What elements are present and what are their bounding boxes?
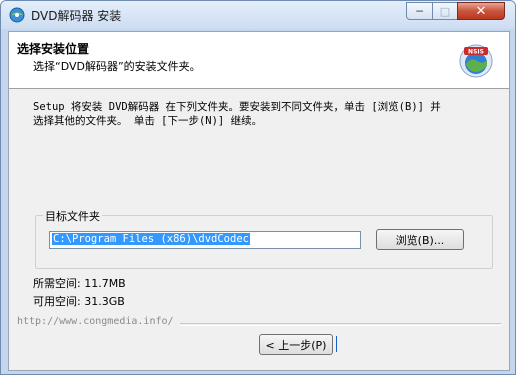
nsis-logo-icon: NSIS — [459, 44, 493, 78]
logo-text: NSIS — [468, 49, 484, 56]
maximize-icon: □ — [439, 4, 451, 18]
page-subtitle: 选择“DVD解码器”的安装文件夹。 — [33, 60, 201, 73]
instructions-line-2: 选择其他的文件夹。 单击 [下一步(N)] 继续。 — [33, 115, 263, 127]
close-button[interactable]: ✕ — [457, 2, 505, 20]
instructions-text: Setup 将安装 DVD解码器 在下列文件夹。要安装到不同文件夹，单击 [浏览… — [33, 100, 493, 128]
installer-window: DVD解码器 安装 ─ □ ✕ 选择安装位置 选择“DVD解码器”的安装文件夹。… — [0, 0, 516, 375]
title-bar[interactable]: DVD解码器 安装 ─ □ ✕ — [1, 1, 515, 29]
branding-url: http://www.congmedia.info/ — [17, 316, 180, 327]
space-available: 可用空间: 31.3GB — [33, 295, 125, 308]
text-cursor — [336, 336, 337, 352]
instructions-line-1: Setup 将安装 DVD解码器 在下列文件夹。要安装到不同文件夹，单击 [浏览… — [33, 101, 441, 113]
page-header: 选择安装位置 选择“DVD解码器”的安装文件夹。 NSIS — [9, 32, 509, 89]
destination-folder-label: 目标文件夹 — [43, 208, 102, 224]
installer-client-area: 选择安装位置 选择“DVD解码器”的安装文件夹。 NSIS Setup 将安装 … — [8, 31, 510, 371]
minimize-button[interactable]: ─ — [406, 2, 433, 20]
browse-button[interactable]: 浏览(B)... — [376, 229, 464, 250]
install-path-value: C:\Program Files (x86)\dvdCodec — [52, 233, 250, 245]
maximize-button[interactable]: □ — [432, 2, 458, 20]
close-icon: ✕ — [475, 3, 487, 19]
back-button[interactable]: < 上一步(P) — [259, 334, 333, 355]
window-title: DVD解码器 安装 — [31, 9, 122, 23]
page-title: 选择安装位置 — [17, 42, 90, 56]
space-required: 所需空间: 11.7MB — [33, 277, 126, 290]
install-path-field[interactable]: C:\Program Files (x86)\dvdCodec — [49, 231, 361, 249]
app-icon — [9, 7, 25, 23]
minimize-icon: ─ — [416, 4, 423, 18]
